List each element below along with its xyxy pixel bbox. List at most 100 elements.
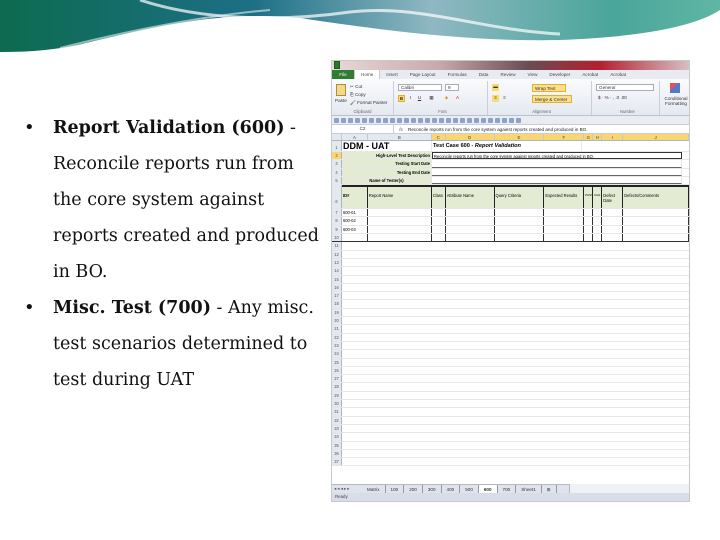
toolbar-icon[interactable] — [376, 117, 381, 123]
empty-cells[interactable] — [342, 317, 682, 324]
toolbar-icon[interactable] — [474, 117, 479, 123]
field-value-cell[interactable] — [432, 168, 682, 176]
empty-cells[interactable] — [342, 350, 682, 357]
row-header[interactable]: 36 — [332, 449, 342, 458]
cell[interactable] — [584, 209, 594, 217]
tab-page-layout[interactable]: Page Layout — [404, 72, 442, 77]
field-value-cell[interactable] — [432, 160, 682, 168]
underline-button[interactable]: U — [416, 95, 423, 102]
row-header[interactable]: 30 — [332, 400, 342, 408]
empty-cells[interactable] — [342, 367, 682, 374]
cell[interactable] — [623, 225, 689, 234]
cell[interactable] — [623, 209, 689, 217]
empty-cells[interactable] — [342, 417, 682, 424]
fx-icon[interactable]: fx — [394, 127, 408, 132]
row-header[interactable]: 13 — [332, 258, 342, 267]
undo-icon[interactable] — [362, 117, 367, 123]
toolbar-icon[interactable] — [439, 117, 444, 123]
cell[interactable] — [544, 234, 585, 242]
row-header[interactable]: 20 — [332, 317, 342, 325]
cell[interactable] — [368, 234, 432, 242]
toolbar-icon[interactable] — [460, 117, 465, 123]
empty-cells[interactable] — [342, 292, 682, 299]
conditional-formatting-button[interactable]: Conditional Formatting — [660, 96, 689, 106]
empty-cells[interactable] — [342, 259, 682, 266]
cell[interactable] — [432, 234, 446, 242]
select-all-corner[interactable] — [332, 134, 342, 140]
toolbar-icon[interactable] — [495, 117, 500, 123]
column-header[interactable]: D — [445, 134, 495, 140]
font-color-icon[interactable]: A — [454, 95, 461, 102]
cell[interactable] — [544, 217, 585, 225]
cell[interactable] — [602, 217, 624, 225]
toolbar-icon[interactable] — [418, 117, 423, 123]
cell[interactable] — [446, 225, 495, 234]
cell[interactable] — [593, 234, 603, 242]
cell[interactable] — [432, 209, 446, 217]
id-cell[interactable]: 600-03 — [342, 225, 368, 234]
tab-review[interactable]: Review — [494, 72, 521, 77]
toolbar-icon[interactable] — [334, 117, 339, 123]
field-value-cell[interactable]: Reconcile reports run from the core syst… — [432, 152, 682, 160]
formula-input[interactable]: Reconcile reports run from the core syst… — [408, 127, 689, 132]
toolbar-icon[interactable] — [446, 117, 451, 123]
row-header[interactable]: 1 — [332, 141, 342, 151]
tab-view[interactable]: View — [522, 72, 544, 77]
toolbar-icon[interactable] — [509, 117, 514, 123]
empty-cells[interactable] — [342, 334, 682, 341]
test-case-title[interactable]: Test Case 600 - Report Validation — [432, 141, 582, 151]
row-header[interactable]: 28 — [332, 383, 342, 391]
row-header[interactable]: 34 — [332, 433, 342, 441]
cell[interactable] — [584, 234, 594, 242]
row-header[interactable]: 12 — [332, 250, 342, 258]
row-header[interactable]: 2 — [332, 152, 342, 160]
cell[interactable] — [446, 217, 495, 225]
empty-cells[interactable] — [342, 425, 682, 432]
cell[interactable] — [446, 209, 495, 217]
conditional-formatting-icon[interactable] — [670, 83, 680, 93]
empty-cells[interactable] — [342, 442, 682, 449]
cell[interactable] — [432, 225, 446, 234]
empty-cells[interactable] — [342, 458, 682, 465]
redo-icon[interactable] — [369, 117, 374, 123]
row-header[interactable]: 5 — [332, 176, 342, 185]
row-header[interactable]: 22 — [332, 333, 342, 341]
empty-cells[interactable] — [342, 276, 682, 283]
paste-icon[interactable] — [336, 84, 346, 96]
row-header[interactable]: 16 — [332, 283, 342, 292]
empty-cells[interactable] — [342, 309, 682, 316]
empty-cells[interactable] — [342, 251, 682, 258]
cell[interactable] — [495, 217, 545, 225]
row-header[interactable]: 17 — [332, 292, 342, 300]
row-header[interactable]: 29 — [332, 391, 342, 400]
toolbar-icon[interactable] — [467, 117, 472, 123]
empty-cells[interactable] — [342, 383, 682, 390]
toolbar-icon[interactable] — [516, 117, 521, 123]
column-header[interactable]: I — [602, 134, 624, 140]
cell[interactable] — [602, 209, 624, 217]
cell[interactable] — [368, 209, 432, 217]
row-header[interactable]: 27 — [332, 375, 342, 383]
toolbar-icon[interactable] — [397, 117, 402, 123]
cell[interactable] — [593, 217, 603, 225]
row-header[interactable]: 32 — [332, 416, 342, 424]
empty-cells[interactable] — [342, 242, 682, 249]
tab-developer[interactable]: Developer — [543, 72, 576, 77]
toolbar-icon[interactable] — [425, 117, 430, 123]
row-header[interactable]: 3 — [332, 160, 342, 168]
sheet-nav-arrows[interactable]: ◂◂◂▸▸ — [332, 486, 362, 492]
empty-cells[interactable] — [342, 408, 682, 415]
column-header[interactable]: E — [494, 134, 545, 140]
id-cell[interactable]: 600-02 — [342, 217, 368, 225]
tab-file[interactable]: File — [332, 70, 354, 79]
column-header[interactable]: G — [584, 134, 594, 140]
cell[interactable] — [623, 217, 689, 225]
cell[interactable] — [584, 225, 594, 234]
cell[interactable] — [446, 234, 495, 242]
align-left-icon[interactable]: ≡ — [492, 95, 499, 102]
column-header[interactable]: J — [623, 134, 689, 140]
align-middle-icon[interactable]: ▬ — [492, 84, 499, 91]
row-header[interactable]: 19 — [332, 308, 342, 317]
empty-cells[interactable] — [342, 433, 682, 440]
row-header[interactable]: 24 — [332, 350, 342, 358]
